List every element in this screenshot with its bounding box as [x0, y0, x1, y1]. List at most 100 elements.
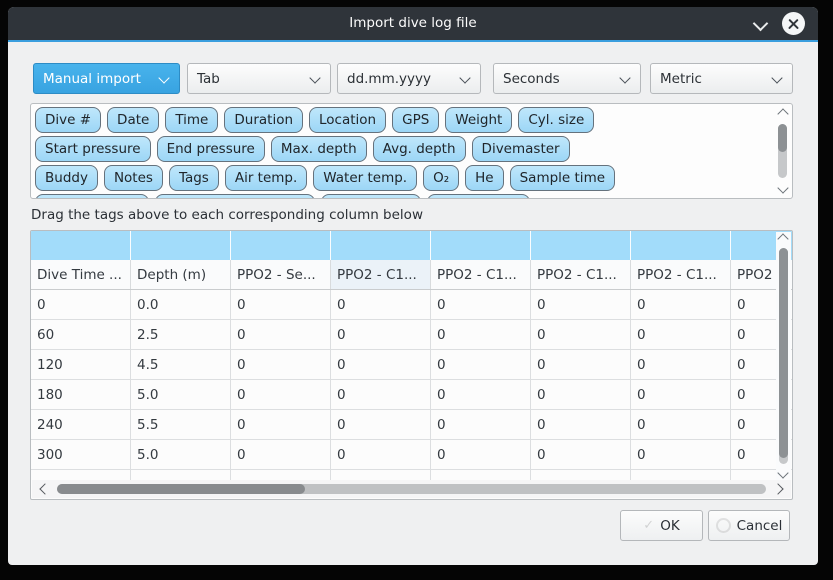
drop-cell[interactable] — [531, 231, 631, 260]
table-vertical-scrollbar[interactable] — [776, 232, 791, 480]
table-cell: 0 — [31, 290, 131, 320]
chevron-right-icon[interactable] — [772, 483, 783, 494]
table-cell: 5.0 — [131, 380, 231, 410]
chevron-down-icon — [309, 72, 320, 83]
drop-cell[interactable] — [331, 231, 431, 260]
date-format-select[interactable]: dd.mm.yyyy — [337, 63, 481, 94]
cancel-button[interactable]: Cancel — [708, 510, 790, 541]
drag-tag[interactable]: Air temp. — [225, 165, 307, 191]
table-cell: 0 — [431, 290, 531, 320]
column-header-highlighted[interactable]: PPO2 - C1... — [331, 260, 431, 289]
drag-tag[interactable]: Sample pO₂ — [321, 194, 421, 199]
column-header[interactable]: PPO2 - C1... — [531, 260, 631, 289]
table-cell: 0 — [231, 320, 331, 350]
table-cell: 4.5 — [131, 350, 231, 380]
chevron-up-icon[interactable] — [777, 108, 788, 119]
scrollbar-track[interactable] — [778, 124, 787, 178]
drag-tag[interactable]: Max. depth — [271, 136, 367, 162]
table-cell: 0 — [331, 290, 431, 320]
chevron-down-icon[interactable] — [777, 182, 788, 193]
drag-tag[interactable]: Weight — [445, 107, 512, 133]
chevron-left-icon[interactable] — [39, 483, 50, 494]
tag-row: Start pressureEnd pressureMax. depthAvg.… — [35, 136, 792, 162]
table-cell: 0 — [331, 380, 431, 410]
drag-tag[interactable]: Sample CNS — [427, 194, 530, 199]
units-select[interactable]: Metric — [650, 63, 793, 94]
drag-tag[interactable]: GPS — [392, 107, 439, 133]
import-type-select[interactable]: Manual import — [33, 63, 180, 94]
table-cell: 0 — [431, 350, 531, 380]
tag-row: Dive #DateTimeDurationLocationGPSWeightC… — [35, 107, 792, 133]
ok-button-label: OK — [660, 518, 679, 534]
table-cell: 0 — [431, 440, 531, 470]
drag-tag[interactable]: Buddy — [35, 165, 98, 191]
drop-cell[interactable] — [31, 231, 131, 260]
column-header[interactable]: PPO2 - C1... — [431, 260, 531, 289]
drag-tag[interactable]: Location — [309, 107, 386, 133]
chevron-down-icon — [619, 72, 630, 83]
ok-button[interactable]: ✓ OK — [620, 510, 703, 541]
scrollbar-thumb[interactable] — [57, 484, 305, 494]
drag-tag[interactable]: Sample time — [510, 165, 615, 191]
chevron-down-icon — [771, 72, 782, 83]
close-button[interactable] — [782, 12, 805, 35]
date-format-value: dd.mm.yyyy — [347, 71, 431, 87]
scrollbar-track[interactable] — [57, 484, 766, 494]
scrollbar-thumb[interactable] — [778, 124, 787, 152]
drag-tag[interactable]: He — [465, 165, 503, 191]
drag-tag[interactable]: Notes — [104, 165, 163, 191]
drag-tag[interactable]: Duration — [224, 107, 303, 133]
chevron-down-icon — [459, 72, 470, 83]
column-header[interactable]: Dive Time ... — [31, 260, 131, 289]
column-header[interactable]: Depth (m) — [131, 260, 231, 289]
drop-cell[interactable] — [431, 231, 531, 260]
table-cell: 0 — [231, 440, 331, 470]
table-cell: 0 — [631, 440, 731, 470]
table-cell: 0 — [231, 380, 331, 410]
table-cell: 0 — [531, 440, 631, 470]
drop-cell[interactable] — [131, 231, 231, 260]
table-cell: 0 — [631, 290, 731, 320]
chevron-up-icon[interactable] — [777, 233, 788, 244]
import-type-value: Manual import — [43, 71, 141, 87]
table-cell: 240 — [31, 410, 131, 440]
tag-row-clipped: Sample depth Sample temperature Sample pO₂… — [35, 194, 792, 199]
tag-row: BuddyNotesTagsAir temp.Water temp.O₂He Sa… — [35, 165, 792, 191]
table-row: 120 4.5 0 0 0 0 0 0 — [31, 350, 793, 380]
tag-pool-scrollbar[interactable] — [776, 107, 790, 195]
table-cell: 0 — [631, 320, 731, 350]
import-options-row: Manual import Tab dd.mm.yyyy Seconds Met… — [33, 63, 793, 94]
drag-tag[interactable]: Tags — [169, 165, 219, 191]
drag-tag[interactable]: Water temp. — [313, 165, 417, 191]
instruction-text: Drag the tags above to each correspondin… — [31, 207, 423, 223]
header-row: Dive Time ... Depth (m) PPO2 - Se... PPO… — [31, 260, 793, 290]
column-header[interactable]: PPO2 - Se... — [231, 260, 331, 289]
column-header[interactable]: PPO2 - C1... — [631, 260, 731, 289]
drop-cell[interactable] — [231, 231, 331, 260]
table-cell: 0 — [231, 350, 331, 380]
titlebar[interactable]: Import dive log file — [8, 7, 818, 42]
drag-tag[interactable]: Cyl. size — [518, 107, 594, 133]
drag-tag[interactable]: Avg. depth — [373, 136, 466, 162]
drag-tag[interactable]: Dive # — [35, 107, 101, 133]
duration-format-select[interactable]: Seconds — [493, 63, 641, 94]
drag-tag[interactable]: Sample depth — [35, 194, 149, 199]
drag-tag[interactable]: End pressure — [157, 136, 265, 162]
drop-cell[interactable] — [631, 231, 731, 260]
drag-tag[interactable]: Date — [107, 107, 159, 133]
import-preview-table: Dive Time ... Depth (m) PPO2 - Se... PPO… — [30, 230, 793, 500]
drag-tag[interactable]: Start pressure — [35, 136, 151, 162]
table-horizontal-scrollbar[interactable] — [32, 480, 791, 498]
chevron-down-icon[interactable] — [777, 467, 788, 478]
table-cell: 0 — [431, 380, 531, 410]
table-cell: 0 — [331, 320, 431, 350]
drag-tag[interactable]: O₂ — [423, 165, 459, 191]
drag-tag[interactable]: Time — [165, 107, 218, 133]
tag-pool: Dive #DateTimeDurationLocationGPSWeightC… — [30, 103, 793, 199]
scrollbar-thumb[interactable] — [779, 248, 788, 458]
table-cell: 0 — [631, 410, 731, 440]
drag-tag[interactable]: Sample temperature — [155, 194, 315, 199]
field-separator-select[interactable]: Tab — [187, 63, 331, 94]
scrollbar-track[interactable] — [779, 248, 788, 464]
drag-tag[interactable]: Divemaster — [472, 136, 570, 162]
